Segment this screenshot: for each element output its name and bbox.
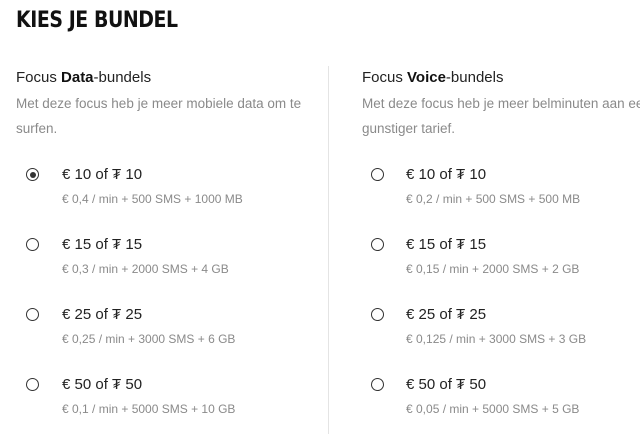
- radio-button[interactable]: [371, 378, 384, 391]
- data-option-15[interactable]: € 15 of ₮ 15 € 0,3 / min + 2000 SMS + 4 …: [16, 236, 306, 287]
- data-bundles-heading: Focus Data-bundels: [16, 67, 306, 89]
- data-option-25[interactable]: € 25 of ₮ 25 € 0,25 / min + 3000 SMS + 6…: [16, 306, 306, 357]
- option-details: € 0,1 / min + 5000 SMS + 10 GB: [62, 402, 236, 416]
- voice-option-15[interactable]: € 15 of ₮ 15 € 0,15 / min + 2000 SMS + 2…: [362, 236, 640, 287]
- option-details: € 0,125 / min + 3000 SMS + 3 GB: [406, 332, 587, 346]
- option-price: € 15 of ₮ 15: [62, 236, 143, 253]
- radio-button[interactable]: [371, 238, 384, 251]
- heading-emphasis: Data: [61, 69, 94, 86]
- option-details: € 0,05 / min + 5000 SMS + 5 GB: [406, 402, 580, 416]
- radio-button[interactable]: [371, 308, 384, 321]
- voice-bundles-description: Met deze focus heb je meer belminuten aa…: [362, 96, 640, 136]
- option-price: € 25 of ₮ 25: [62, 306, 143, 323]
- voice-option-25[interactable]: € 25 of ₮ 25 € 0,125 / min + 3000 SMS + …: [362, 306, 640, 357]
- data-bundles-column: Focus Data-bundels Met deze focus heb je…: [16, 66, 306, 416]
- radio-button[interactable]: [26, 308, 39, 321]
- voice-bundles-heading: Focus Voice-bundels: [362, 67, 640, 89]
- option-details: € 0,25 / min + 3000 SMS + 6 GB: [62, 332, 236, 346]
- option-price: € 15 of ₮ 15: [406, 236, 487, 253]
- voice-bundles-column: Focus Voice-bundels Met deze focus heb j…: [362, 66, 640, 416]
- voice-option-10[interactable]: € 10 of ₮ 10 € 0,2 / min + 500 SMS + 500…: [362, 166, 640, 217]
- option-details: € 0,4 / min + 500 SMS + 1000 MB: [62, 192, 243, 206]
- radio-button[interactable]: [26, 238, 39, 251]
- page-title: KIES JE BUNDEL: [16, 8, 178, 33]
- option-details: € 0,2 / min + 500 SMS + 500 MB: [406, 192, 581, 206]
- heading-prefix: Focus: [362, 69, 408, 86]
- heading-prefix: Focus: [16, 69, 62, 86]
- heading-emphasis: Voice: [407, 69, 446, 86]
- option-price: € 10 of ₮ 10: [406, 166, 487, 183]
- option-details: € 0,15 / min + 2000 SMS + 2 GB: [406, 262, 580, 276]
- heading-suffix: -bundels: [445, 69, 504, 86]
- radio-button[interactable]: [26, 168, 39, 181]
- option-price: € 50 of ₮ 50: [406, 376, 487, 393]
- data-option-50[interactable]: € 50 of ₮ 50 € 0,1 / min + 5000 SMS + 10…: [16, 376, 306, 427]
- option-details: € 0,3 / min + 2000 SMS + 4 GB: [62, 262, 229, 276]
- radio-button[interactable]: [371, 168, 384, 181]
- option-price: € 50 of ₮ 50: [62, 376, 143, 393]
- option-price: € 10 of ₮ 10: [62, 166, 143, 183]
- column-divider: [328, 66, 329, 434]
- option-price: € 25 of ₮ 25: [406, 306, 487, 323]
- data-bundles-description: Met deze focus heb je meer mobiele data …: [16, 96, 302, 136]
- radio-button[interactable]: [26, 378, 39, 391]
- voice-option-50[interactable]: € 50 of ₮ 50 € 0,05 / min + 5000 SMS + 5…: [362, 376, 640, 427]
- heading-suffix: -bundels: [93, 69, 152, 86]
- data-option-10[interactable]: € 10 of ₮ 10 € 0,4 / min + 500 SMS + 100…: [16, 166, 306, 217]
